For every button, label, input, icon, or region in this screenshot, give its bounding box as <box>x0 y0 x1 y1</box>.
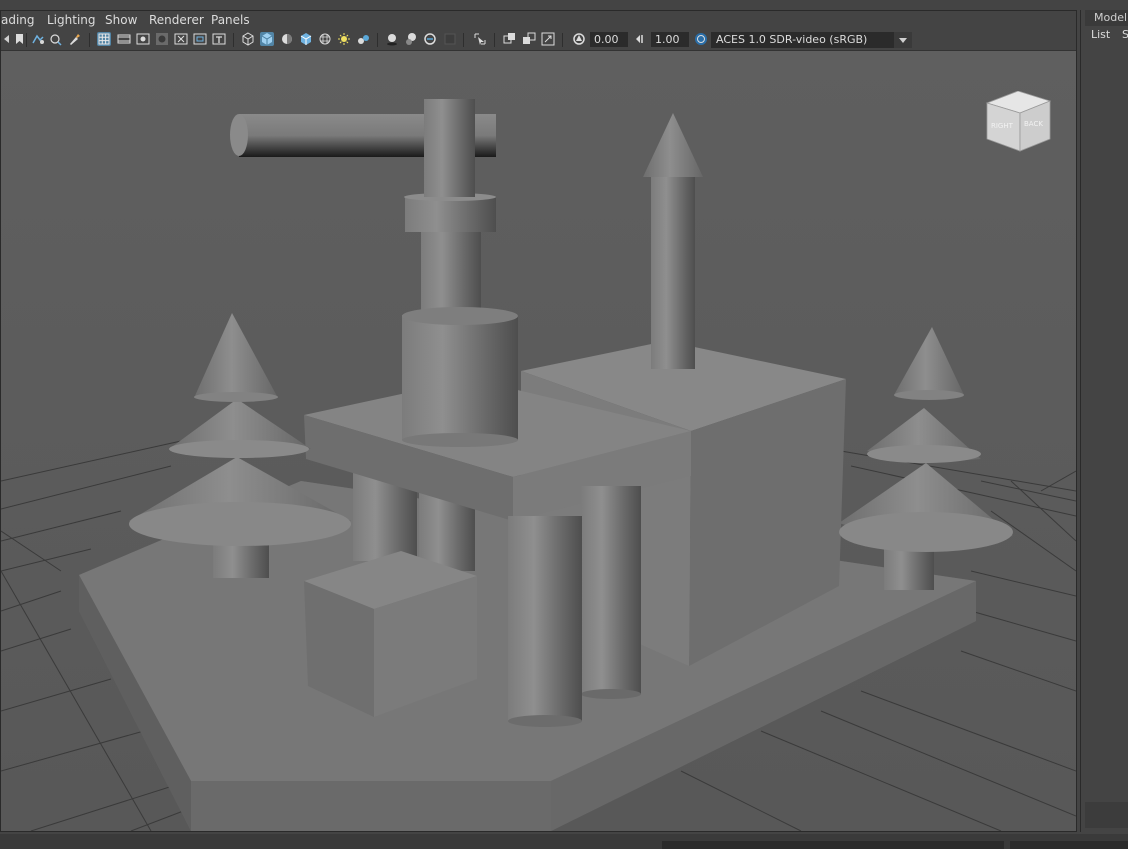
safe-action-icon[interactable] <box>193 32 207 46</box>
menu-shading[interactable]: ading <box>1 13 35 27</box>
multisample-aa-icon[interactable] <box>443 32 457 46</box>
toolbar-separator <box>233 33 234 47</box>
command-output-field <box>1010 841 1128 849</box>
right-panel-content <box>1085 46 1128 802</box>
xray-active-icon[interactable] <box>522 32 536 46</box>
textured-icon[interactable] <box>356 32 370 46</box>
scene-render <box>1 51 1076 831</box>
gate-icon[interactable] <box>49 32 63 46</box>
command-line-field[interactable] <box>662 841 1004 849</box>
grid-icon[interactable] <box>97 32 111 46</box>
exposure-field[interactable]: 0.00 <box>590 32 628 47</box>
xray-joints-icon[interactable] <box>503 32 517 46</box>
motion-blur-icon[interactable] <box>423 32 437 46</box>
viewcube-right-label: RIGHT <box>991 122 1014 130</box>
wireframe-icon[interactable] <box>241 32 255 46</box>
shadows-icon[interactable] <box>385 32 399 46</box>
3d-viewport[interactable]: RIGHT BACK <box>1 51 1076 831</box>
toolbar-separator <box>463 33 464 47</box>
camera-attr-icon[interactable] <box>31 32 45 46</box>
backface-culling-icon[interactable] <box>541 32 555 46</box>
menu-s[interactable]: S <box>1122 28 1128 41</box>
exposure-icon[interactable] <box>572 32 586 46</box>
panel-menubar: ading Lighting Show Renderer Panels <box>1 11 1076 30</box>
xray-icon[interactable] <box>318 32 332 46</box>
resolution-gate-icon[interactable] <box>136 32 150 46</box>
use-lights-icon[interactable] <box>337 32 351 46</box>
wireframe-on-shaded-icon[interactable] <box>299 32 313 46</box>
menu-show[interactable]: Show <box>105 13 137 27</box>
toolbar-separator <box>26 33 27 47</box>
modeling-toolkit-tab[interactable]: Model <box>1085 10 1128 26</box>
viewport-panel: ading Lighting Show Renderer Panels 0.00… <box>0 10 1077 832</box>
colorspace-value: ACES 1.0 SDR-video (sRGB) <box>716 33 868 46</box>
bookmark-icon[interactable] <box>13 32 27 46</box>
brush-icon[interactable] <box>67 32 81 46</box>
gate-mask-icon[interactable] <box>155 32 169 46</box>
screen-space-ao-icon[interactable] <box>404 32 418 46</box>
toolbar-separator <box>377 33 378 47</box>
safe-title-icon[interactable] <box>212 32 226 46</box>
toolbar-separator <box>562 33 563 47</box>
maya-window: ading Lighting Show Renderer Panels 0.00… <box>0 0 1128 849</box>
isolate-select-icon[interactable] <box>473 32 487 46</box>
gamma-icon[interactable] <box>633 32 647 46</box>
toolbar-separator <box>494 33 495 47</box>
gamma-field[interactable]: 1.00 <box>651 32 689 47</box>
smooth-shade-icon[interactable] <box>260 32 274 46</box>
menu-list[interactable]: List <box>1091 28 1110 41</box>
chevron-down-icon[interactable] <box>894 32 912 48</box>
toolbar-separator <box>89 33 90 47</box>
menu-panels[interactable]: Panels <box>211 13 250 27</box>
menu-lighting[interactable]: Lighting <box>47 13 96 27</box>
colorspace-dropdown[interactable]: ACES 1.0 SDR-video (sRGB) <box>711 32 912 48</box>
color-management-icon[interactable] <box>694 32 708 46</box>
panel-toolbar: 0.00 1.00 ACES 1.0 SDR-video (sRGB) <box>1 30 1076 51</box>
viewcube-back-label: BACK <box>1024 120 1043 128</box>
viewcube[interactable]: RIGHT BACK <box>984 90 1052 153</box>
field-chart-icon[interactable] <box>174 32 188 46</box>
right-panel-footer <box>1085 802 1128 828</box>
film-gate-icon[interactable] <box>117 32 131 46</box>
default-material-icon[interactable] <box>280 32 294 46</box>
menu-renderer[interactable]: Renderer <box>149 13 204 27</box>
